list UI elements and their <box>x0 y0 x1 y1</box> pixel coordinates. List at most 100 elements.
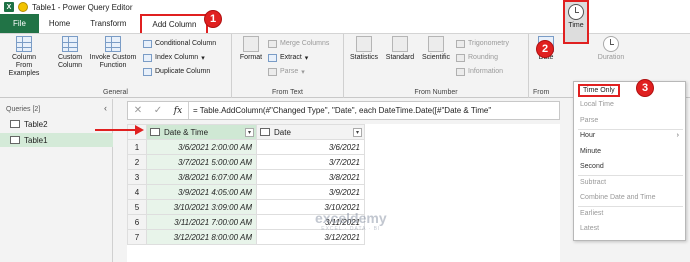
smiley-feedback-icon[interactable] <box>18 2 28 12</box>
column-from-examples-icon <box>16 36 32 52</box>
date-type-icon[interactable] <box>260 128 270 137</box>
ribbon-group-general: Column From Examples Custom Column Invok… <box>0 34 232 98</box>
annotation-arrow-head <box>135 125 144 135</box>
table-row: 1 3/6/2021 2:00:00 AM 3/6/2021 <box>127 139 365 155</box>
excel-logo-icon: X <box>4 2 14 12</box>
chevron-down-icon: ▾ <box>301 68 305 76</box>
table-row: 3 3/8/2021 6:07:00 AM 3/8/2021 <box>127 169 365 185</box>
custom-column-icon <box>62 36 78 52</box>
menu-item-time-only[interactable]: Time Only <box>578 84 620 97</box>
cell-date-time[interactable]: 3/8/2021 6:07:00 AM <box>146 169 257 185</box>
collapse-pane-icon[interactable]: ‹ <box>104 103 107 113</box>
tab-home[interactable]: Home <box>39 14 80 33</box>
row-number: 4 <box>127 184 147 200</box>
fx-icon: fx <box>173 105 183 116</box>
row-number: 3 <box>127 169 147 185</box>
cell-date-time[interactable]: 3/7/2021 5:00:00 AM <box>146 154 257 170</box>
menu-item-local-time[interactable]: Local Time <box>580 101 614 108</box>
time-dropdown-menu: Time Only Local Time Parse Hour › Minute… <box>573 81 686 241</box>
rounding-button[interactable]: Rounding <box>456 52 498 63</box>
ribbon-group-from-number: Statistics Standard Scientific Trigonome… <box>344 34 529 98</box>
step-badge-3: 3 <box>636 79 654 97</box>
cell-date-time[interactable]: 3/12/2021 8:00:00 AM <box>146 229 257 245</box>
duplicate-column-button[interactable]: Duplicate Column <box>143 66 210 77</box>
cell-date[interactable]: 3/9/2021 <box>256 184 365 200</box>
cancel-formula-button[interactable]: ✕ <box>128 105 148 116</box>
table-row: 2 3/7/2021 5:00:00 AM 3/7/2021 <box>127 154 365 170</box>
cell-date-time[interactable]: 3/11/2021 7:00:00 AM <box>146 214 257 230</box>
conditional-column-icon <box>143 39 152 48</box>
cell-date-time[interactable]: 3/6/2021 2:00:00 AM <box>146 139 257 155</box>
chevron-down-icon: ▾ <box>201 54 205 62</box>
menu-separator <box>578 129 683 130</box>
extract-button[interactable]: Extract ▾ <box>268 52 308 63</box>
menu-item-second[interactable]: Second <box>580 163 604 170</box>
filter-dropdown-icon[interactable]: ▾ <box>245 127 254 137</box>
time-button-label: Time <box>568 22 584 29</box>
duration-button[interactable]: Duration <box>593 36 629 62</box>
menu-item-minute[interactable]: Minute <box>580 148 601 155</box>
tab-transform[interactable]: Transform <box>80 14 136 33</box>
index-column-icon <box>143 53 152 62</box>
format-button[interactable]: Format <box>238 36 264 62</box>
column-from-examples-button[interactable]: Column From Examples <box>3 36 45 78</box>
row-number: 2 <box>127 154 147 170</box>
column-header-date-time[interactable]: Date & Time ▾ <box>146 124 257 140</box>
cell-date-time[interactable]: 3/9/2021 4:05:00 AM <box>146 184 257 200</box>
trigonometry-icon <box>456 39 465 48</box>
formula-input[interactable]: = Table.AddColumn(#"Changed Type", "Date… <box>188 102 559 119</box>
datetime-type-icon[interactable] <box>150 128 160 137</box>
information-icon <box>456 67 465 76</box>
sigma-icon <box>356 36 372 52</box>
chevron-right-icon: › <box>676 132 679 139</box>
filter-dropdown-icon[interactable]: ▾ <box>353 127 362 137</box>
menu-item-parse[interactable]: Parse <box>580 117 598 124</box>
parse-button[interactable]: Parse ▾ <box>268 66 305 77</box>
scientific-button[interactable]: Scientific <box>418 36 454 62</box>
cell-date[interactable]: 3/8/2021 <box>256 169 365 185</box>
annotation-arrow-line <box>95 129 137 131</box>
information-button[interactable]: Information <box>456 66 503 77</box>
merge-columns-button[interactable]: Merge Columns <box>268 38 329 49</box>
chevron-down-icon: ▾ <box>304 54 309 62</box>
time-button[interactable]: Time <box>563 0 589 44</box>
standard-icon <box>392 36 408 52</box>
standard-button[interactable]: Standard <box>382 36 418 62</box>
cell-date[interactable]: 3/6/2021 <box>256 139 365 155</box>
queries-header: Queries [2] <box>6 106 41 113</box>
custom-column-button[interactable]: Custom Column <box>54 36 86 70</box>
cell-date-time[interactable]: 3/10/2021 3:09:00 AM <box>146 199 257 215</box>
ribbon-group-from-text: Format Merge Columns Extract ▾ Parse ▾ F… <box>232 34 344 98</box>
column-header-date[interactable]: Date ▾ <box>256 124 365 140</box>
menu-item-subtract[interactable]: Subtract <box>580 179 606 186</box>
group-label-from-number: From Number <box>414 89 458 96</box>
confirm-formula-button[interactable]: ✓ <box>148 105 168 116</box>
menu-separator <box>578 175 683 176</box>
cell-date[interactable]: 3/7/2021 <box>256 154 365 170</box>
table-icon <box>10 136 20 144</box>
parse-icon <box>268 67 277 76</box>
scientific-icon <box>428 36 444 52</box>
row-number: 6 <box>127 214 147 230</box>
menu-item-hour[interactable]: Hour <box>580 132 595 139</box>
tab-file[interactable]: File <box>0 14 39 33</box>
extract-icon <box>268 53 277 62</box>
conditional-column-button[interactable]: Conditional Column <box>143 38 216 49</box>
trigonometry-button[interactable]: Trigonometry <box>456 38 509 49</box>
index-column-button[interactable]: Index Column ▾ <box>143 52 205 63</box>
table-row: 4 3/9/2021 4:05:00 AM 3/9/2021 <box>127 184 365 200</box>
invoke-custom-function-button[interactable]: Invoke Custom Function <box>86 36 140 70</box>
rounding-icon <box>456 53 465 62</box>
row-number: 5 <box>127 199 147 215</box>
duplicate-column-icon <box>143 67 152 76</box>
step-badge-2: 2 <box>536 40 554 58</box>
query-item-selected[interactable]: Table1 <box>0 133 113 147</box>
tab-add-column[interactable]: Add Column <box>140 14 209 33</box>
menu-item-combine-date-and-time[interactable]: Combine Date and Time <box>580 194 655 201</box>
statistics-button[interactable]: Statistics <box>346 36 382 62</box>
invoke-function-icon <box>105 36 121 52</box>
menu-item-earliest[interactable]: Earliest <box>580 210 603 217</box>
menu-item-latest[interactable]: Latest <box>580 225 599 232</box>
group-label-general: General <box>103 89 128 96</box>
watermark: exceldemy EXCEL · DATA · BI <box>315 210 387 232</box>
